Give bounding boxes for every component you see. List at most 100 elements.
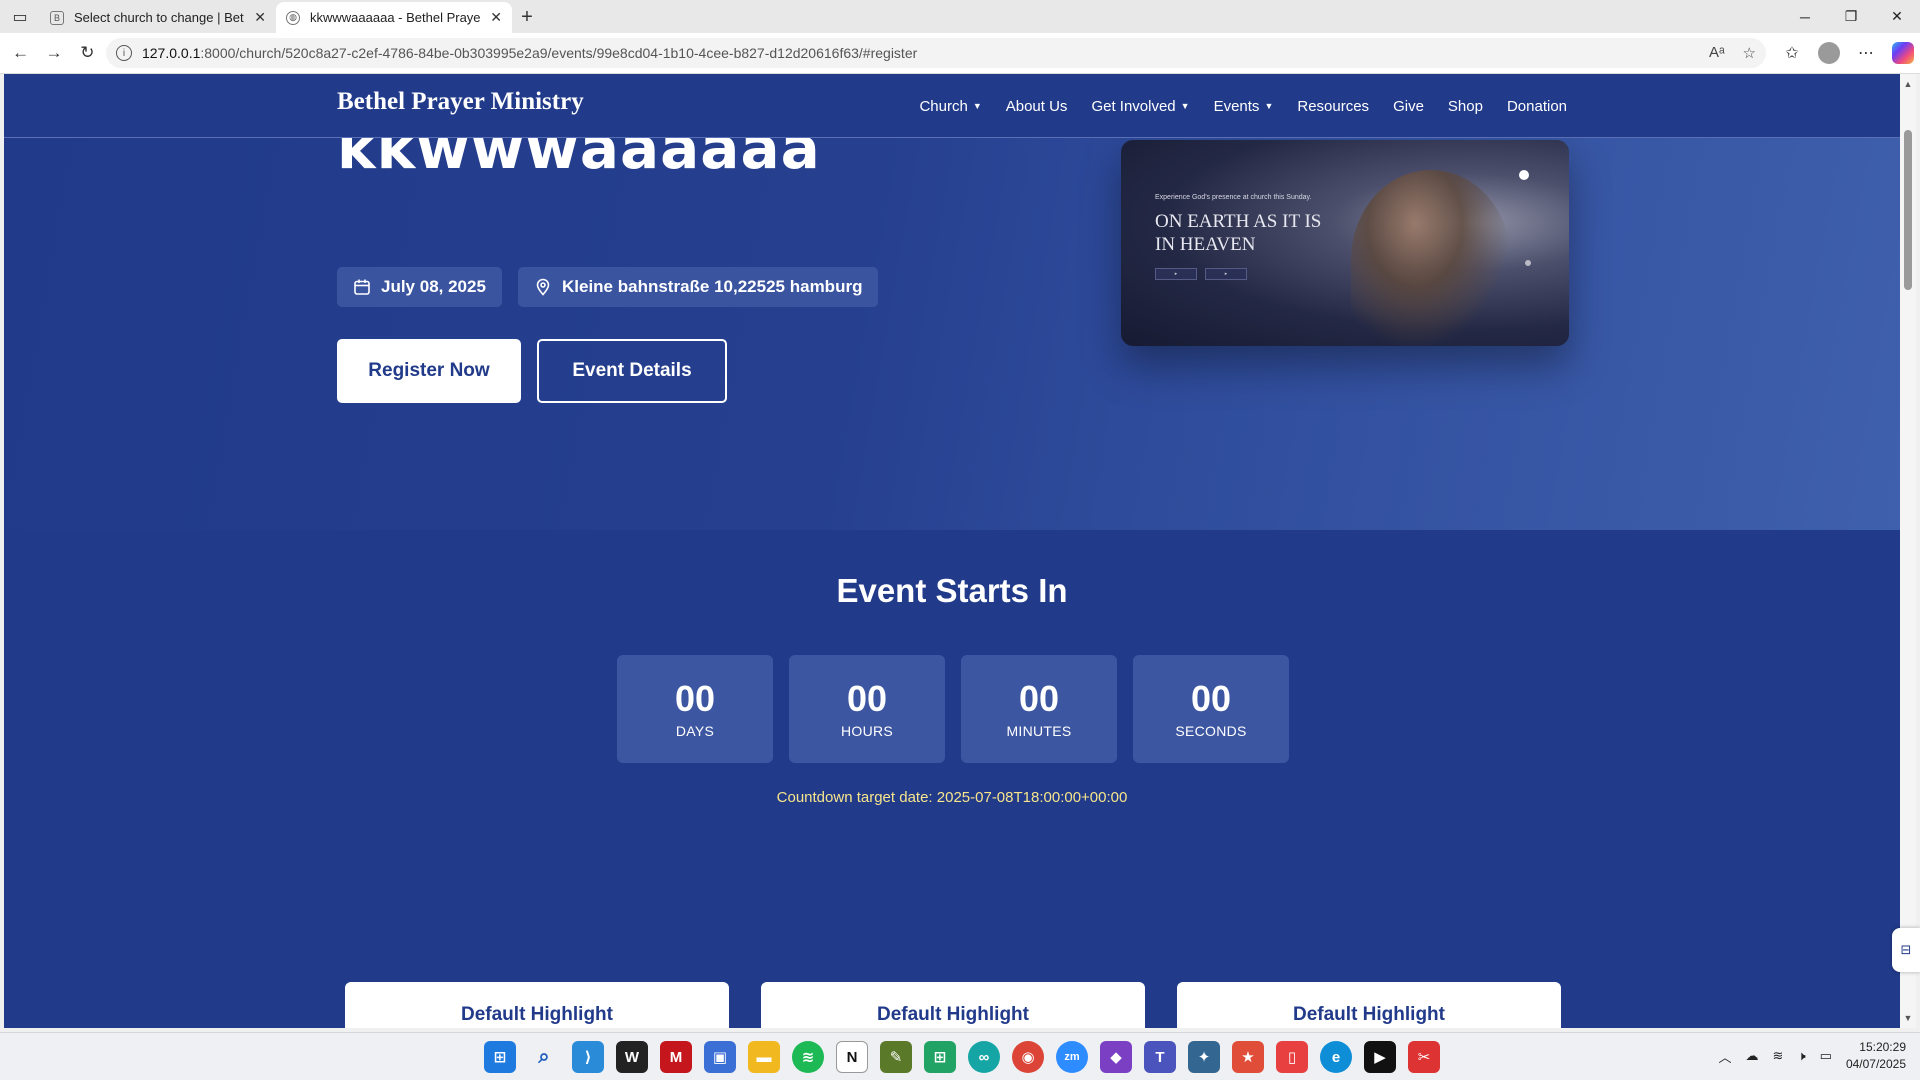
countdown-minutes: 00 MINUTES <box>961 655 1117 763</box>
page-favicon-icon: B <box>50 10 64 25</box>
countdown-label: DAYS <box>675 723 715 739</box>
arduino-icon[interactable]: ∞ <box>968 1041 1000 1073</box>
scroll-up-icon[interactable]: ▲ <box>1900 76 1916 92</box>
banner-kicker: Experience God's presence at church this… <box>1155 194 1312 201</box>
minimize-icon[interactable]: ─ <box>1782 0 1828 33</box>
tab-title: kkwwwaaaaaa - Bethel Prayer Min <box>310 10 481 25</box>
more-options-icon[interactable]: ⋯ <box>1850 37 1882 69</box>
register-now-button[interactable]: Register Now <box>337 339 521 403</box>
favorites-icon[interactable]: ✩ <box>1776 37 1808 69</box>
highlight-title: Default Highlight <box>461 1004 613 1025</box>
wifi-icon[interactable]: ≋ <box>1773 1048 1784 1064</box>
highlight-title: Default Highlight <box>877 1004 1029 1025</box>
highlight-title: Default Highlight <box>1293 1004 1445 1025</box>
nav-resources[interactable]: Resources <box>1297 98 1369 115</box>
sidebar-toggle-icon[interactable]: ⊟ <box>1892 928 1920 972</box>
forward-icon[interactable]: → <box>39 37 68 69</box>
banner-headline: ON EARTH AS IT IS IN HEAVEN <box>1155 211 1322 255</box>
event-location-text: Kleine bahnstraße 10,22525 hamburg <box>562 277 863 296</box>
terminal-icon[interactable]: ▶ <box>1364 1041 1396 1073</box>
url-text: 127.0.0.1:8000/church/520c8a27-c2ef-4786… <box>141 45 918 61</box>
nav-events[interactable]: Events ▼ <box>1214 98 1274 115</box>
webstorm-icon[interactable]: W <box>616 1041 648 1073</box>
start-icon[interactable]: ⊞ <box>484 1041 516 1073</box>
nav-shop[interactable]: Shop <box>1448 98 1483 115</box>
vscode-icon[interactable]: ⟩ <box>572 1041 604 1073</box>
postgres-icon[interactable]: ✦ <box>1188 1041 1220 1073</box>
tab-title: Select church to change | Bethel P <box>74 10 244 25</box>
highlight-card: Default Highlight <box>1177 982 1561 1028</box>
highlight-card: Default Highlight <box>761 982 1145 1028</box>
spotify-icon[interactable]: ≋ <box>792 1041 824 1073</box>
edge-icon[interactable]: e <box>1320 1041 1352 1073</box>
nav-donation[interactable]: Donation <box>1507 98 1567 115</box>
event-details-button[interactable]: Event Details <box>537 339 727 403</box>
clock[interactable]: 15:20:29 04/07/2025 <box>1846 1039 1906 1073</box>
new-tab-button[interactable]: + <box>512 2 542 33</box>
refresh-icon[interactable]: ↻ <box>73 37 102 69</box>
store-icon[interactable]: ▣ <box>704 1041 736 1073</box>
chevron-up-icon[interactable]: ︿ <box>1719 1047 1732 1066</box>
mcafee-icon[interactable]: M <box>660 1041 692 1073</box>
teams-icon[interactable]: T <box>1144 1041 1176 1073</box>
visual-studio-icon[interactable]: ◆ <box>1100 1041 1132 1073</box>
volume-muted-icon[interactable]: 🕨 <box>1797 1048 1805 1064</box>
notes-icon[interactable]: ▯ <box>1276 1041 1308 1073</box>
countdown-title: Event Starts In <box>836 572 1068 609</box>
nav-get-involved[interactable]: Get Involved ▼ <box>1091 98 1189 115</box>
profile-avatar-icon[interactable] <box>1817 42 1840 64</box>
close-window-icon[interactable]: ✕ <box>1874 0 1920 33</box>
nav-about-us[interactable]: About Us <box>1006 98 1068 115</box>
snipping-tool-icon[interactable]: ✂ <box>1408 1041 1440 1073</box>
tab-actions-icon[interactable]: ▭ <box>0 0 40 33</box>
countdown-grid: 00 DAYS 00 HOURS 00 MINUTES 00 SECONDS <box>617 655 1289 763</box>
countdown-label: SECONDS <box>1175 723 1247 739</box>
app-icon[interactable]: ✎ <box>880 1041 912 1073</box>
main-nav: Church ▼ About Us Get Involved ▼ Events ▼ R… <box>919 74 1567 138</box>
globe-icon: ◍ <box>286 10 300 25</box>
file-explorer-icon[interactable]: ▬ <box>748 1041 780 1073</box>
onedrive-icon[interactable]: ☁ <box>1746 1048 1759 1064</box>
restore-icon[interactable]: ❐ <box>1828 0 1874 33</box>
location-pin-icon <box>534 278 552 296</box>
site-info-icon[interactable]: i <box>115 45 132 61</box>
page-scrollbar[interactable]: ▲ ▼ <box>1900 74 1916 1028</box>
url-field[interactable]: i 127.0.0.1:8000/church/520c8a27-c2ef-47… <box>105 38 1766 68</box>
event-hero: kkwwwaaaaaa July 08, 2025 Kleine bahnstr… <box>4 74 1900 530</box>
address-bar: ← → ↻ i 127.0.0.1:8000/church/520c8a27-c… <box>0 33 1920 74</box>
tab-admin[interactable]: B Select church to change | Bethel P ✕ <box>40 2 276 33</box>
tab-event[interactable]: ◍ kkwwwaaaaaa - Bethel Prayer Min ✕ <box>276 2 512 33</box>
close-icon[interactable]: ✕ <box>490 9 502 26</box>
countdown-days: 00 DAYS <box>617 655 773 763</box>
event-location-badge: Kleine bahnstraße 10,22525 hamburg <box>518 267 879 307</box>
sheets-icon[interactable]: ⊞ <box>924 1041 956 1073</box>
nav-give[interactable]: Give <box>1393 98 1424 115</box>
site-brand[interactable]: Bethel Prayer Ministry <box>337 88 584 116</box>
favorite-star-icon[interactable]: ☆ <box>1743 44 1756 62</box>
back-icon[interactable]: ← <box>6 37 35 69</box>
scrollbar-thumb[interactable] <box>1904 130 1912 290</box>
zoom-icon[interactable]: zm <box>1056 1041 1088 1073</box>
chrome-icon[interactable]: ◉ <box>1012 1041 1044 1073</box>
site-header: Bethel Prayer Ministry Church ▼ About Us … <box>4 74 1900 138</box>
window-controls: ─ ❐ ✕ <box>1782 0 1920 33</box>
nav-church[interactable]: Church ▼ <box>919 98 981 115</box>
notion-icon[interactable]: N <box>836 1041 868 1073</box>
battery-icon[interactable]: ▭ <box>1820 1048 1832 1064</box>
countdown-label: MINUTES <box>1006 723 1072 739</box>
dropdown-caret-icon: ▼ <box>972 101 982 111</box>
search-icon[interactable]: ⌕ <box>528 1041 560 1073</box>
copilot-icon[interactable] <box>1891 42 1914 64</box>
event-date-badge: July 08, 2025 <box>337 267 502 307</box>
app-icon[interactable]: ★ <box>1232 1041 1264 1073</box>
event-date-text: July 08, 2025 <box>381 277 486 296</box>
countdown-target-date: Countdown target date: 2025-07-08T18:00:… <box>776 789 1128 806</box>
countdown-value: 00 <box>674 678 716 719</box>
countdown-label: HOURS <box>840 723 894 739</box>
dropdown-caret-icon: ▼ <box>1264 101 1274 111</box>
read-aloud-icon[interactable]: Aᵃ <box>1709 44 1725 62</box>
close-icon[interactable]: ✕ <box>254 9 266 26</box>
highlight-card: Default Highlight <box>345 982 729 1028</box>
scroll-down-icon[interactable]: ▼ <box>1900 1010 1916 1026</box>
event-banner-image: Experience God's presence at church this… <box>1121 140 1569 346</box>
